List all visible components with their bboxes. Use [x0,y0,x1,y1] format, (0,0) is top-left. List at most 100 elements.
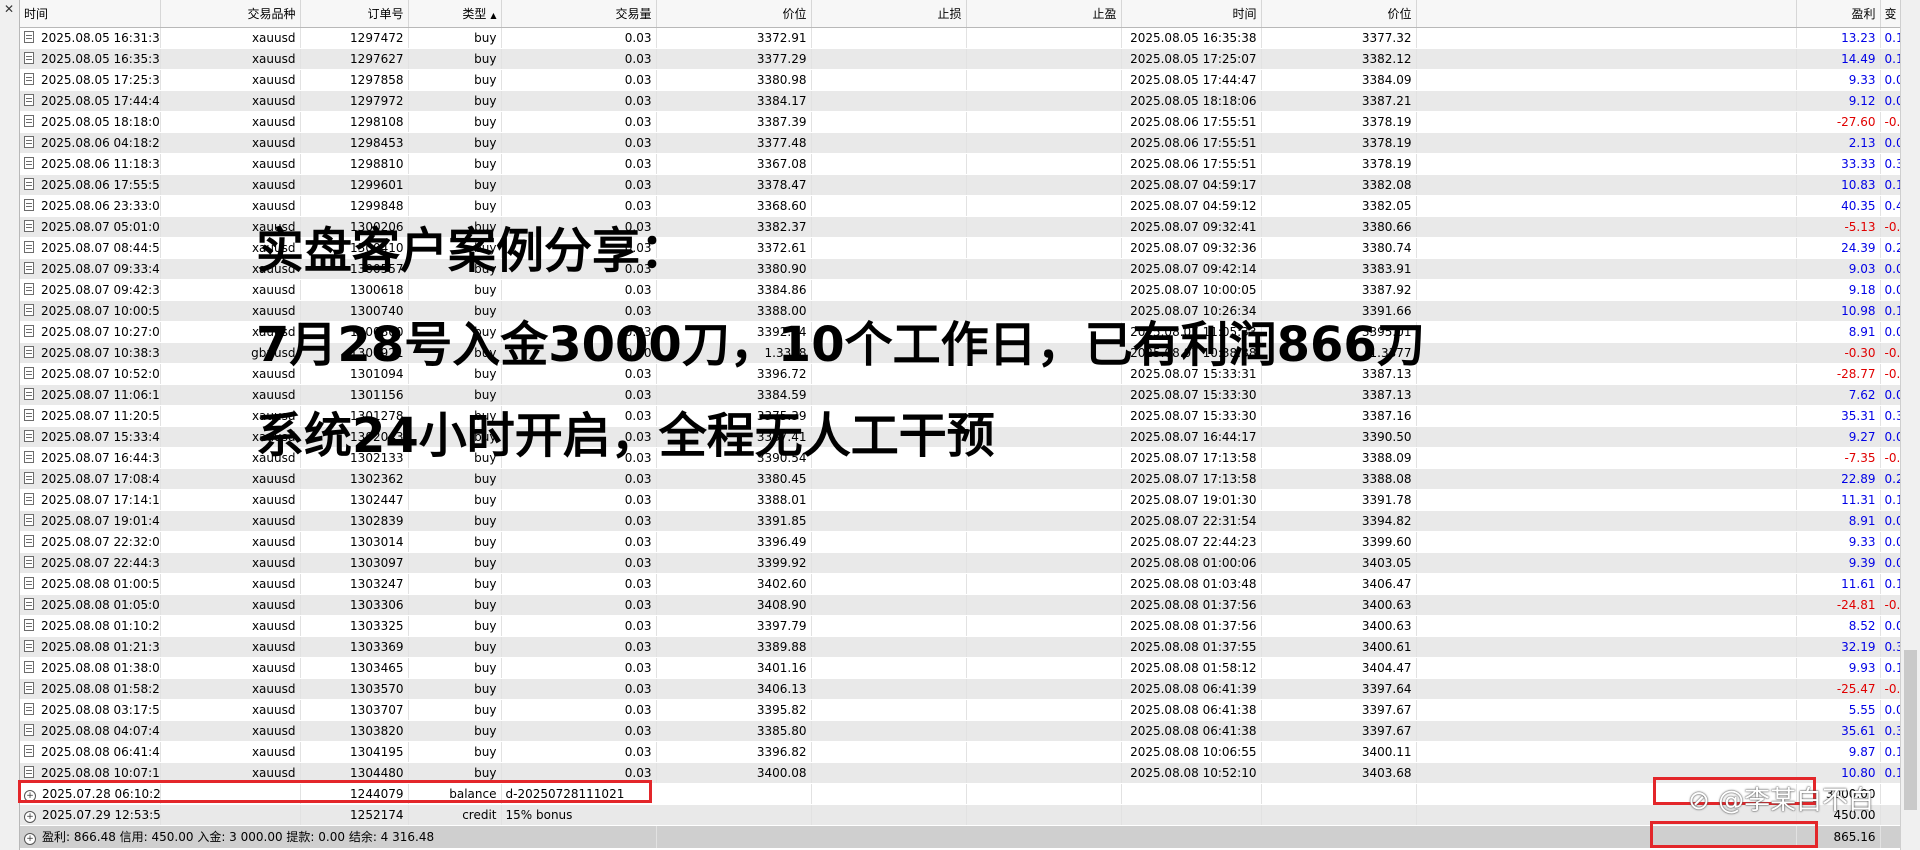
cell-profit: -0.30 [1796,342,1881,364]
table-row[interactable]: 2025.08.07 22:44:38 xauusd 1303097 buy 0.03 3… [20,552,1901,574]
open-time-text: 2025.08.07 10:27:00 [41,325,160,339]
cell-take-profit [966,510,1122,532]
col-symbol[interactable]: 交易品种 [160,0,301,28]
cell-stop-loss [811,762,967,784]
col-open-time[interactable]: 时间 [20,0,161,28]
col-label: 订单号 [367,7,404,21]
table-row[interactable]: 2025.08.07 16:44:32 xauusd 1302133 buy 0.03 3… [20,447,1901,469]
vertical-scrollbar[interactable] [1900,0,1920,850]
cell-close-price: 3391.78 [1261,489,1417,511]
cell-profit: 35.61 [1796,720,1881,742]
table-row[interactable]: 2025.08.08 01:00:58 xauusd 1303247 buy 0.03 3… [20,573,1901,595]
table-row[interactable]: 2025.08.08 01:10:22 xauusd 1303325 buy 0.03 3… [20,615,1901,637]
table-row[interactable]: 2025.08.07 10:38:33 gbpusd 1300921 buy 0.30 1… [20,342,1901,364]
cell-close-price: 3387.13 [1261,363,1417,385]
cell-take-profit [966,279,1122,301]
cell-close-price: 3378.19 [1261,153,1417,175]
document-icon [24,136,34,148]
table-row[interactable]: 2025.08.06 17:55:52 xauusd 1299601 buy 0.03 3… [20,174,1901,196]
table-row[interactable]: 2025.08.07 05:01:01 xauusd 1300206 buy 0.03 3… [20,216,1901,238]
col-price[interactable]: 价位 [656,0,812,28]
open-time-text: 2025.08.07 22:44:38 [41,556,160,570]
balance-time-text: 2025.07.28 06:10:23 [42,787,160,801]
cell-blank [1416,531,1797,553]
table-row[interactable]: 2025.08.08 01:58:27 xauusd 1303570 buy 0.03 3… [20,678,1901,700]
col-stop-loss[interactable]: 止损 [811,0,967,28]
expand-plus-icon[interactable]: + [24,811,36,823]
document-icon [24,115,34,127]
cell-take-profit [966,363,1122,385]
cell-empty [966,804,1122,826]
table-row[interactable]: 2025.08.07 11:20:53 xauusd 1301278 buy 0.03 3… [20,405,1901,427]
col-close-price[interactable]: 价位 [1261,0,1417,28]
table-row[interactable]: 2025.08.07 10:27:00 xauusd 1300860 buy 0.03 3… [20,321,1901,343]
cell-blank [1416,90,1797,112]
cell-change: 0.09 [1880,552,1901,574]
table-row[interactable]: 2025.08.08 01:38:05 xauusd 1303465 buy 0.03 3… [20,657,1901,679]
open-time-text: 2025.08.08 03:17:53 [41,703,160,717]
table-row[interactable]: 2025.08.08 01:05:09 xauusd 1303306 buy 0.03 3… [20,594,1901,616]
table-row[interactable]: 2025.08.07 17:14:13 xauusd 1302447 buy 0.03 3… [20,489,1901,511]
cell-stop-loss [811,174,967,196]
col-volume[interactable]: 交易量 [501,0,657,28]
table-row[interactable]: 2025.08.07 17:08:43 xauusd 1302362 buy 0.03 3… [20,468,1901,490]
table-row[interactable]: 2025.08.05 16:35:39 xauusd 1297627 buy 0.03 3… [20,48,1901,70]
document-icon [24,262,34,274]
table-row[interactable]: 2025.08.08 01:21:37 xauusd 1303369 buy 0.03 3… [20,636,1901,658]
table-row[interactable]: 2025.08.05 16:31:31 xauusd 1297472 buy 0.03 3… [20,27,1901,49]
table-row[interactable]: 2025.08.05 17:25:38 xauusd 1297858 buy 0.03 3… [20,69,1901,91]
table-row[interactable]: 2025.08.05 17:44:48 xauusd 1297972 buy 0.03 3… [20,90,1901,112]
cell-order: 1303097 [300,552,409,574]
cell-price: 3389.88 [656,636,812,658]
cell-type: buy [408,594,502,616]
cell-close-time: 2025.08.07 09:42:14 [1121,258,1262,280]
expand-plus-icon[interactable]: + [24,833,36,845]
table-row[interactable]: 2025.08.07 10:52:04 xauusd 1301094 buy 0.03 3… [20,363,1901,385]
open-time-text: 2025.08.05 17:25:38 [41,73,160,87]
scrollbar-thumb[interactable] [1904,650,1917,810]
col-type[interactable]: 类型 ▲ [408,0,502,28]
table-row[interactable]: 2025.08.07 15:33:41 xauusd 1302043 buy 0.03 3… [20,426,1901,448]
table-row[interactable]: 2025.08.07 22:32:09 xauusd 1303014 buy 0.03 3… [20,531,1901,553]
expand-plus-icon[interactable]: + [24,790,36,802]
cell-close-time: 2025.08.05 18:18:06 [1121,90,1262,112]
table-row[interactable]: 2025.08.07 10:00:56 xauusd 1300740 buy 0.03 3… [20,300,1901,322]
cell-symbol: xauusd [160,195,301,217]
cell-profit: 2.13 [1796,132,1881,154]
cell-open-time: 2025.08.08 01:10:22 [20,615,161,637]
cell-close-price: 3387.16 [1261,405,1417,427]
cell-blank [1416,741,1797,763]
table-row[interactable]: 2025.08.08 10:07:15 xauusd 1304480 buy 0.03 3… [20,762,1901,784]
table-row[interactable]: 2025.08.08 06:41:49 xauusd 1304195 buy 0.03 3… [20,741,1901,763]
cell-open-time: 2025.08.08 10:07:15 [20,762,161,784]
balance-row[interactable]: +2025.07.29 12:53:58 1252174 credit 15% bon… [20,804,1901,826]
cell-blank [1416,636,1797,658]
col-close-time[interactable]: 时间 [1121,0,1262,28]
cell-type: buy [408,321,502,343]
balance-row[interactable]: +2025.07.28 06:10:23 1244079 balance d-2025… [20,783,1901,805]
col-take-profit[interactable]: 止盈 [966,0,1122,28]
cell-empty [1880,804,1901,826]
close-icon[interactable]: ✕ [4,2,14,16]
table-row[interactable]: 2025.08.08 03:17:53 xauusd 1303707 buy 0.03 3… [20,699,1901,721]
cell-change: 0.33 [1880,153,1901,175]
table-row[interactable]: 2025.08.08 04:07:42 xauusd 1303820 buy 0.03 3… [20,720,1901,742]
col-order[interactable]: 订单号 [300,0,409,28]
col-change[interactable]: 变 [1880,0,1901,28]
col-blank[interactable] [1416,0,1797,28]
cell-order: 1298810 [300,153,409,175]
table-row[interactable]: 2025.08.06 11:18:36 xauusd 1298810 buy 0.03 3… [20,153,1901,175]
table-row[interactable]: 2025.08.07 09:33:45 xauusd 1300557 buy 0.03 3… [20,258,1901,280]
col-profit[interactable]: 盈利 [1796,0,1881,28]
table-row[interactable]: 2025.08.07 11:06:18 xauusd 1301156 buy 0.03 3… [20,384,1901,406]
cell-open-time: 2025.08.06 23:33:08 [20,195,161,217]
table-row[interactable]: 2025.08.07 08:44:54 xauusd 1300410 buy 0.03 3… [20,237,1901,259]
table-row[interactable]: 2025.08.07 09:42:34 xauusd 1300618 buy 0.03 3… [20,279,1901,301]
cell-close-price: 3382.08 [1261,174,1417,196]
table-row[interactable]: 2025.08.06 23:33:08 xauusd 1299848 buy 0.03 3… [20,195,1901,217]
cell-stop-loss [811,111,967,133]
table-row[interactable]: 2025.08.05 18:18:07 xauusd 1298108 buy 0.03 3… [20,111,1901,133]
table-row[interactable]: 2025.08.07 19:01:45 xauusd 1302839 buy 0.03 3… [20,510,1901,532]
table-row[interactable]: 2025.08.06 04:18:29 xauusd 1298453 buy 0.03 3… [20,132,1901,154]
cell-order: 1297627 [300,48,409,70]
